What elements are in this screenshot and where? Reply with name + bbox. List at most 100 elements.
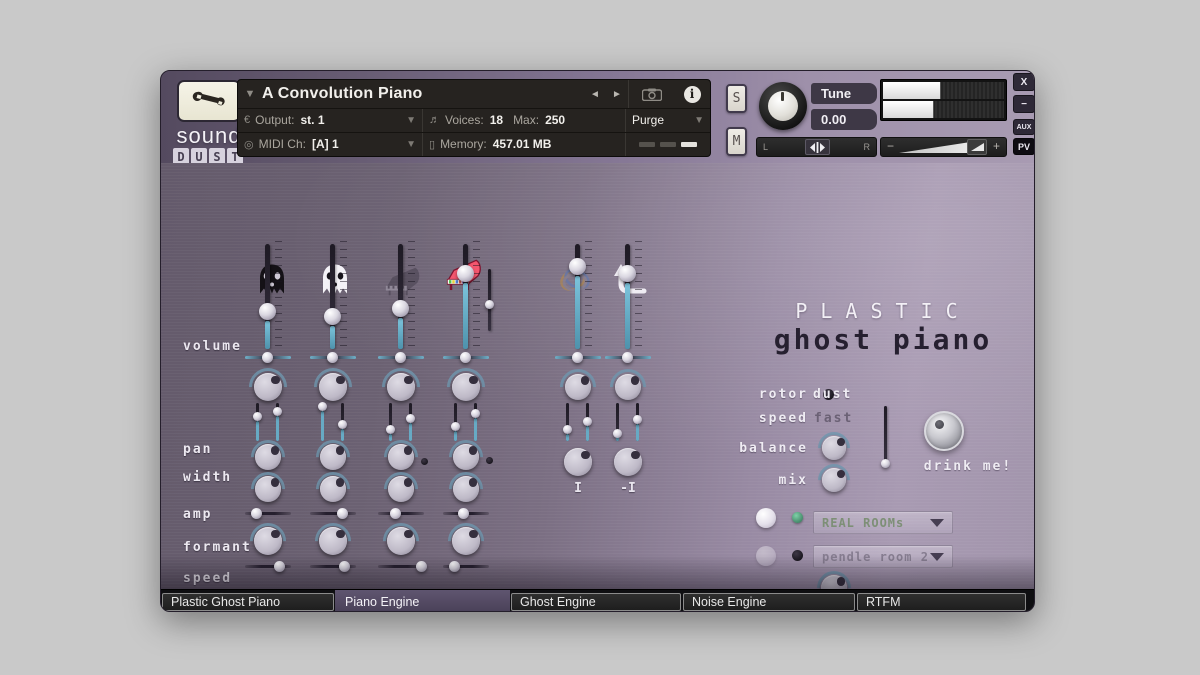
ch2-formant-knob[interactable]: [320, 444, 346, 470]
ch6-width-knob[interactable]: [615, 374, 641, 400]
ch4-width-knob[interactable]: [452, 373, 480, 401]
ir-bank-led[interactable]: [792, 512, 803, 523]
ch4-amp-release-handle[interactable]: [471, 409, 480, 418]
ch3-speed-depth-handle[interactable]: [390, 508, 401, 519]
ch3-speed-depth-slider[interactable]: [378, 512, 424, 515]
ch1-speed-knob[interactable]: [255, 476, 281, 502]
master-pan-slider[interactable]: L R: [756, 137, 877, 157]
dust-slider[interactable]: [884, 406, 887, 465]
ch2-amp-release-handle[interactable]: [338, 420, 347, 429]
minimize-button[interactable]: −: [1013, 95, 1035, 113]
ch4-tremolo-knob[interactable]: [452, 527, 480, 555]
midi-dropdown-icon[interactable]: ▼: [406, 139, 416, 150]
drink-me-knob[interactable]: [924, 411, 964, 451]
purge-menu[interactable]: Purge ▼: [626, 109, 710, 131]
ch4-formant-knob[interactable]: [453, 444, 479, 470]
ch5-amp-attack-handle[interactable]: [563, 425, 572, 434]
ch1-amp-release-handle[interactable]: [273, 407, 282, 416]
ch1-tremolo-knob[interactable]: [254, 527, 282, 555]
ch2-speed-knob[interactable]: [320, 476, 346, 502]
white-ghost-icon[interactable]: [316, 259, 354, 301]
ch2-speed-depth-slider[interactable]: [310, 512, 356, 515]
ch3-amp-attack-handle[interactable]: [386, 425, 395, 434]
ir-room-select[interactable]: pendle room 2: [813, 545, 953, 568]
ch2-volume-handle[interactable]: [324, 308, 341, 325]
tab-noise-engine[interactable]: Noise Engine: [683, 593, 855, 611]
ch4-volume-handle[interactable]: [457, 265, 474, 282]
ch6-send-handle[interactable]: [619, 265, 636, 282]
info-button[interactable]: i: [674, 86, 710, 103]
ch1-volume-handle[interactable]: [259, 303, 276, 320]
ch2-amp-attack-handle[interactable]: [318, 402, 327, 411]
ch4-amp-attack-handle[interactable]: [451, 422, 460, 431]
tab-rtfm[interactable]: RTFM: [857, 593, 1026, 611]
tab-ghost-engine[interactable]: Ghost Engine: [511, 593, 681, 611]
edit-instrument-button[interactable]: [177, 80, 241, 122]
mute-button[interactable]: M: [726, 127, 747, 156]
ch4-led-dot[interactable]: [486, 457, 493, 464]
volume-handle[interactable]: [967, 139, 987, 155]
ch1-width-knob[interactable]: [254, 373, 282, 401]
ch2-width-knob[interactable]: [319, 373, 347, 401]
ch2-pan-handle[interactable]: [327, 352, 338, 363]
ch3-speed-knob[interactable]: [388, 476, 414, 502]
ch4-pan-handle[interactable]: [460, 352, 471, 363]
master-volume-slider[interactable]: − +: [880, 137, 1007, 157]
ch3-amp-release-handle[interactable]: [406, 414, 415, 423]
ch6-pan-handle[interactable]: [622, 352, 633, 363]
ch3-tremolo-depth-handle[interactable]: [416, 561, 427, 572]
ch3-pan-handle[interactable]: [395, 352, 406, 363]
ch1-tremolo-depth-handle[interactable]: [274, 561, 285, 572]
aux-button[interactable]: AUX: [1013, 119, 1035, 135]
rotor-speed-value[interactable]: fast: [814, 411, 853, 426]
ch3-formant-knob[interactable]: [388, 444, 414, 470]
ir-room-led[interactable]: [792, 550, 803, 561]
next-instrument-arrow-icon[interactable]: ►: [606, 89, 628, 100]
ch5-phase-knob[interactable]: [564, 448, 592, 476]
balance-knob[interactable]: [822, 436, 846, 460]
memory-icon: ▯: [429, 138, 435, 151]
output-select[interactable]: € Output: st. 1 ▼: [238, 109, 423, 131]
ch6-phase-knob[interactable]: [614, 448, 642, 476]
ir-room-enable-button[interactable]: [756, 546, 776, 566]
ch6-amp-release-handle[interactable]: [633, 415, 642, 424]
ch2-tremolo-depth-handle[interactable]: [339, 561, 350, 572]
ch2-tremolo-knob[interactable]: [319, 527, 347, 555]
ch5-amp-release-handle[interactable]: [583, 417, 592, 426]
ch3-tremolo-knob[interactable]: [387, 527, 415, 555]
prev-instrument-arrow-icon[interactable]: ◄: [584, 89, 606, 100]
pan-handle[interactable]: [805, 139, 830, 155]
tab-piano-engine[interactable]: Piano Engine: [335, 590, 510, 613]
ch3-volume-handle[interactable]: [392, 300, 409, 317]
ch6-amp-attack-handle[interactable]: [613, 429, 622, 438]
ir-bank-select[interactable]: REAL ROOMs: [813, 511, 953, 534]
ch4-tremolo-depth-handle[interactable]: [449, 561, 460, 572]
ch3-led-dot[interactable]: [421, 458, 428, 465]
ch4-speed-depth-handle[interactable]: [458, 508, 469, 519]
output-dropdown-icon[interactable]: ▼: [406, 115, 416, 126]
ch5-send-handle[interactable]: [569, 258, 586, 275]
ch3-width-knob[interactable]: [387, 373, 415, 401]
ch1-formant-knob[interactable]: [255, 444, 281, 470]
close-button[interactable]: X: [1013, 73, 1035, 91]
black-ghost-icon[interactable]: [253, 259, 291, 301]
tab-plastic-ghost-piano[interactable]: Plastic Ghost Piano: [162, 593, 334, 611]
ch1-speed-depth-handle[interactable]: [251, 508, 262, 519]
solo-button[interactable]: S: [726, 84, 747, 113]
ch1-pan-handle[interactable]: [262, 352, 273, 363]
ch1-amp-attack-handle[interactable]: [253, 412, 262, 421]
ir-bank-enable-button[interactable]: [756, 508, 776, 528]
pv-button[interactable]: PV: [1013, 138, 1035, 155]
instrument-dropdown-icon[interactable]: ▼: [238, 88, 262, 100]
snapshot-camera-icon[interactable]: [628, 80, 674, 108]
dust-handle[interactable]: [881, 459, 890, 468]
ch4-speed-knob[interactable]: [453, 476, 479, 502]
ch5-pan-handle[interactable]: [572, 352, 583, 363]
ch5-width-knob[interactable]: [565, 374, 591, 400]
mix-knob[interactable]: [822, 468, 846, 492]
midi-channel-select[interactable]: ◎ MIDI Ch: [A] 1 ▼: [238, 133, 423, 156]
ch2-speed-depth-handle[interactable]: [337, 508, 348, 519]
tune-value[interactable]: 0.00: [811, 109, 877, 130]
ch4-aux-handle[interactable]: [485, 300, 494, 309]
tune-knob[interactable]: [759, 82, 807, 130]
